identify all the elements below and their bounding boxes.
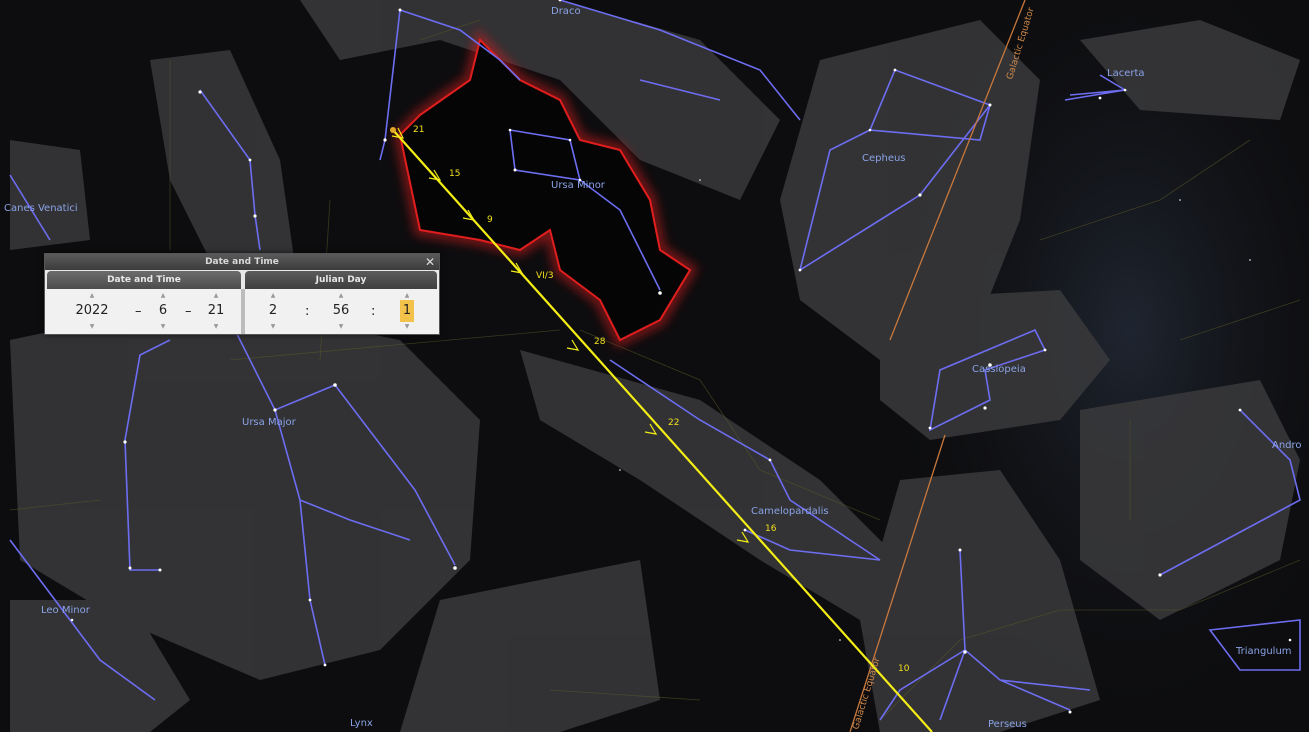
meteor-mark-22: 22 — [668, 418, 679, 428]
label-camelopardalis[interactable]: Camelopardalis — [751, 506, 829, 517]
date-separator: – — [135, 304, 142, 319]
dialog-titlebar[interactable]: Date and Time ✕ — [45, 254, 439, 270]
close-icon[interactable]: ✕ — [424, 254, 436, 270]
meteor-mark-16: 16 — [765, 524, 777, 534]
year-value[interactable]: 2022 — [67, 300, 117, 322]
label-perseus[interactable]: Perseus — [988, 719, 1027, 730]
label-andromeda[interactable]: Andro — [1272, 440, 1302, 451]
minute-up-icon[interactable]: ▲ — [327, 291, 355, 300]
tab-julian-day[interactable]: Julian Day — [245, 271, 437, 289]
dialog-body: ▲ 2022 ▼ – ▲ 6 ▼ – ▲ 21 ▼ ▲ 2 ▼ : ▲ 56 ▼… — [45, 289, 439, 334]
second-up-icon[interactable]: ▲ — [395, 291, 419, 300]
label-leo-minor[interactable]: Leo Minor — [41, 605, 91, 616]
tab-date-and-time[interactable]: Date and Time — [47, 271, 241, 289]
month-spinbox[interactable]: ▲ 6 ▼ — [151, 291, 175, 333]
label-cassiopeia[interactable]: Cassiopeia — [972, 364, 1026, 375]
second-spinbox[interactable]: ▲ 1 ▼ — [395, 291, 419, 333]
time-separator: : — [371, 304, 376, 319]
second-value[interactable]: 1 — [399, 300, 415, 322]
label-lacerta[interactable]: Lacerta — [1107, 68, 1145, 79]
day-down-icon[interactable]: ▼ — [202, 322, 230, 331]
time-separator: : — [305, 304, 310, 319]
label-cepheus[interactable]: Cepheus — [862, 153, 906, 164]
meteor-mark-15: 15 — [449, 169, 460, 179]
hour-down-icon[interactable]: ▼ — [261, 322, 285, 331]
label-lynx[interactable]: Lynx — [350, 718, 373, 729]
hour-spinbox[interactable]: ▲ 2 ▼ — [261, 291, 285, 333]
year-spinbox[interactable]: ▲ 2022 ▼ — [67, 291, 117, 333]
year-down-icon[interactable]: ▼ — [67, 322, 117, 331]
date-time-dialog: Date and Time ✕ Date and Time Julian Day… — [44, 253, 440, 335]
minute-down-icon[interactable]: ▼ — [327, 322, 355, 331]
second-down-icon[interactable]: ▼ — [395, 322, 419, 331]
label-draco[interactable]: Draco — [551, 6, 581, 17]
year-up-icon[interactable]: ▲ — [67, 291, 117, 300]
panel-divider — [241, 289, 245, 334]
sky-map[interactable]: Galactic Equator Galactic Equator 21 15 … — [0, 0, 1309, 732]
label-ursa-minor[interactable]: Ursa Minor — [551, 180, 606, 191]
month-down-icon[interactable]: ▼ — [151, 322, 175, 331]
hour-up-icon[interactable]: ▲ — [261, 291, 285, 300]
meteor-mark-vi3: VI/3 — [536, 271, 554, 281]
meteor-mark-10: 10 — [898, 664, 910, 674]
day-value[interactable]: 21 — [202, 300, 230, 322]
meteor-mark-28: 28 — [594, 337, 606, 347]
hour-value[interactable]: 2 — [261, 300, 285, 322]
label-canes-venatici[interactable]: Canes Venatici — [4, 203, 78, 214]
month-value[interactable]: 6 — [151, 300, 175, 322]
dialog-tabs: Date and Time Julian Day — [45, 271, 439, 289]
minute-value[interactable]: 56 — [327, 300, 355, 322]
date-separator: – — [185, 304, 192, 319]
day-spinbox[interactable]: ▲ 21 ▼ — [202, 291, 230, 333]
meteor-mark-21: 21 — [413, 125, 424, 135]
day-up-icon[interactable]: ▲ — [202, 291, 230, 300]
label-triangulum[interactable]: Triangulum — [1235, 646, 1292, 657]
minute-spinbox[interactable]: ▲ 56 ▼ — [327, 291, 355, 333]
label-ursa-major[interactable]: Ursa Major — [242, 417, 297, 428]
dialog-title: Date and Time — [205, 257, 279, 267]
meteor-mark-9: 9 — [487, 215, 493, 225]
month-up-icon[interactable]: ▲ — [151, 291, 175, 300]
